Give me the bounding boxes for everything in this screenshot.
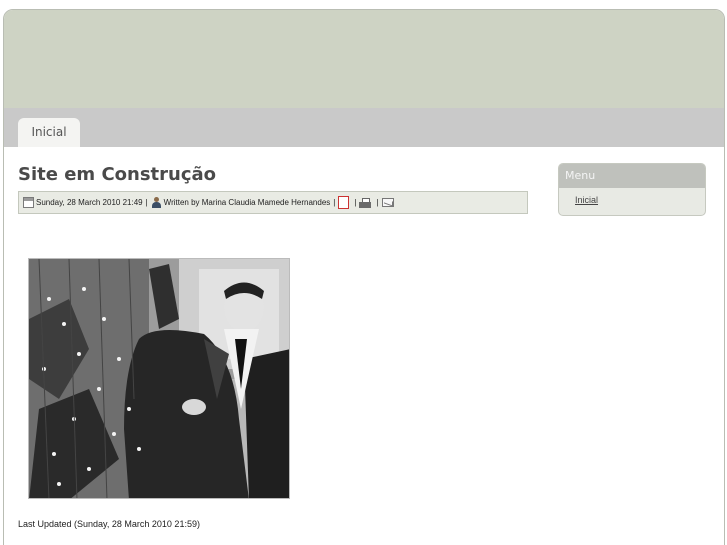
meta-separator: | bbox=[333, 198, 336, 207]
tab-inicial[interactable]: Inicial bbox=[18, 118, 80, 147]
last-updated: Last Updated (Sunday, 28 March 2010 21:5… bbox=[18, 519, 200, 529]
header-banner bbox=[4, 10, 724, 108]
main-navbar: Inicial bbox=[4, 108, 724, 147]
email-icon[interactable] bbox=[381, 198, 394, 207]
page-frame: Inicial Site em Construção Sunday, 28 Ma… bbox=[3, 9, 725, 545]
article-author: Written by Marina Claudia Mamede Hernand… bbox=[163, 198, 331, 207]
meta-separator: | bbox=[145, 198, 148, 207]
photo-illustration bbox=[29, 259, 289, 498]
pdf-icon[interactable] bbox=[338, 196, 350, 209]
article-meta-bar: Sunday, 28 March 2010 21:49 | Written by… bbox=[18, 191, 528, 214]
user-icon bbox=[151, 197, 162, 208]
sidebar-menu: Menu Inicial bbox=[558, 163, 706, 216]
article-title: Site em Construção bbox=[18, 164, 217, 185]
article-photo bbox=[28, 258, 290, 499]
menu-title: Menu bbox=[559, 164, 705, 188]
sidebar-item-inicial[interactable]: Inicial bbox=[575, 195, 598, 205]
meta-separator: | bbox=[376, 198, 379, 207]
print-icon[interactable] bbox=[359, 197, 372, 208]
article-date: Sunday, 28 March 2010 21:49 bbox=[36, 198, 143, 207]
meta-separator: | bbox=[354, 198, 357, 207]
calendar-icon bbox=[23, 197, 34, 208]
